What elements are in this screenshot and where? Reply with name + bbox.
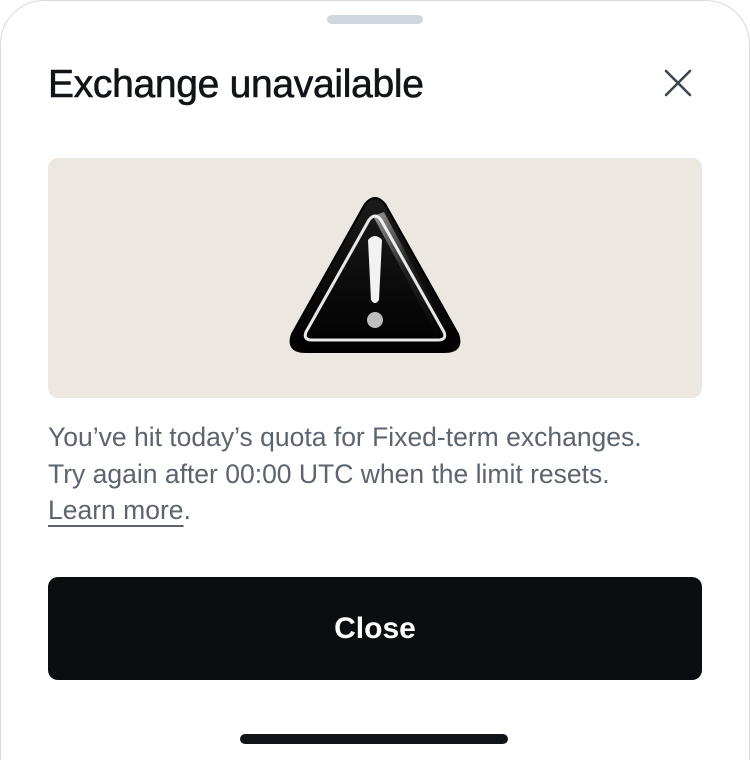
close-button[interactable]: Close xyxy=(48,577,702,680)
learn-more-suffix: . xyxy=(183,495,191,525)
learn-more-link[interactable]: Learn more xyxy=(48,495,184,525)
message-text: You’ve hit today’s quota for Fixed-term … xyxy=(48,419,708,529)
message-line-2: Try again after 00:00 UTC when the limit… xyxy=(48,458,610,489)
sheet-grabber[interactable] xyxy=(327,15,423,24)
sheet-title: Exchange unavailable xyxy=(48,63,425,107)
home-indicator xyxy=(240,734,508,744)
message-line-1: You’ve hit today’s quota for Fixed-term … xyxy=(48,422,642,452)
warning-icon xyxy=(286,196,464,356)
message-line-3: Learn more. xyxy=(48,492,708,529)
bottom-sheet: Exchange unavailable You’ve hit today’s … xyxy=(0,0,750,760)
close-icon[interactable] xyxy=(658,63,698,103)
